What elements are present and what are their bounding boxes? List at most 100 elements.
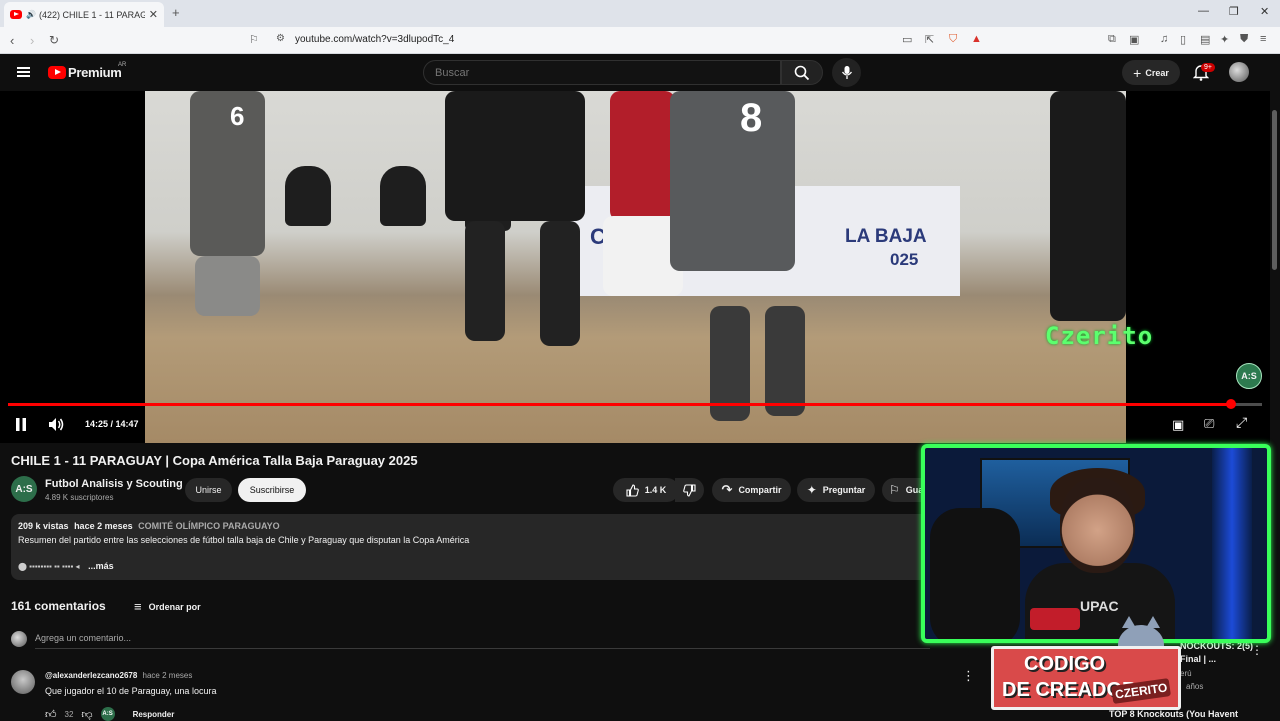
add-comment-input[interactable]: Agrega un comentario... [35,633,131,643]
comment-username[interactable]: @alexanderlezcano2678 [45,671,137,680]
sidebar-toggle-icon[interactable]: ▯ [1180,33,1186,46]
dislike-button[interactable] [675,478,704,502]
close-window-icon[interactable]: ✕ [1260,5,1269,18]
creator-code-line1: CODIGO [1024,653,1106,675]
comment-author[interactable]: @alexanderlezcano2678 hace 2 meses [45,671,192,680]
view-count: 209 k vistas [18,521,69,531]
video-frame: COPA LA BAJA 025 6 8 [145,91,1126,443]
volume-icon[interactable] [48,417,65,432]
microphone [1030,608,1080,630]
reply-button[interactable]: Responder [133,710,175,719]
upload-date: hace 2 meses [74,521,133,531]
sparkle-icon: ✦ [806,483,817,497]
creator-heart-avatar: A:S [100,707,115,721]
channel-name[interactable]: Futbol Analisis y Scouting [45,478,183,490]
progress-bar[interactable] [8,403,1262,406]
channel-avatar[interactable]: A:S [11,476,37,502]
comment-text: Que jugador el 10 de Paraguay, una locur… [45,686,217,696]
search-input[interactable] [423,60,781,85]
commenter-avatar[interactable] [11,670,35,694]
bookmark-icon[interactable]: ⚐ [249,33,259,46]
vpn-icon[interactable]: ⛊ [1240,33,1248,46]
jersey-number: 8 [740,96,763,140]
jersey-number: 6 [230,101,245,131]
progress-fill [8,403,1231,406]
back-icon[interactable]: ‹ [10,33,14,48]
chair [380,166,426,226]
comment-like-icon[interactable]: 👍︎ [45,708,57,721]
channel-watermark[interactable]: A:S [1236,363,1262,389]
bench-player [1050,91,1126,321]
banner-text: 025 [890,250,919,269]
video-title: CHILE 1 - 11 PARAGUAY | Copa América Tal… [11,453,418,468]
voice-search-button[interactable] [832,58,861,87]
restore-icon[interactable]: ❐ [1229,5,1239,18]
reload-icon[interactable]: ↻ [49,33,59,47]
youtube-premium-logo[interactable]: Premium AR [48,62,126,80]
close-tab-icon[interactable]: ✕ [149,8,158,21]
scrollbar-thumb[interactable] [1272,110,1277,270]
like-button[interactable]: 1.4 K [613,478,679,502]
subscribe-button[interactable]: Suscribirse [238,478,306,502]
comment-more-icon[interactable]: ⋮ [962,668,975,684]
brave-shield-icon[interactable]: ⛉ [949,33,957,46]
music-icon[interactable]: ♫ [1160,33,1168,45]
ask-label: Preguntar [822,485,866,495]
leo-ai-icon[interactable]: ✦ [1220,33,1229,46]
site-info-icon[interactable]: ⚙ [276,33,285,44]
creator-code-sticker: CODIGO DE CREADOR CZERITO [991,646,1181,710]
scrubber-handle[interactable] [1226,399,1236,409]
referee-leg [540,221,580,346]
share-button[interactable]: ↷ Compartir [712,478,791,502]
extensions-icon[interactable]: ⧉ [1108,33,1116,46]
pause-icon[interactable] [15,418,27,431]
search-button[interactable] [781,60,823,85]
address-bar: ‹ › ↻ ⚐ ⚙ youtube.com/watch?v=3dlupodTc_… [0,27,1280,54]
banner-text: LA BAJA [845,226,927,247]
comment-count: 161 comentarios [11,599,106,613]
cast-page-icon[interactable]: ▭ [902,33,912,46]
webcam-overlay: UPAC [921,444,1271,643]
led-light [1212,448,1252,639]
hamburger-menu-icon[interactable] [17,67,30,77]
cast-icon[interactable]: ⎚ [1204,416,1214,432]
video-stats: 209 k vistas hace 2 meses COMITÉ OLÍMPIC… [18,521,280,531]
comment-actions: 👍︎ 32 👎︎ A:S Responder [45,707,174,721]
wallet2-icon[interactable]: ▤ [1200,33,1210,46]
related-video-title[interactable]: TOP 8 Knockouts (You Havent [1109,709,1238,719]
speaker-icon: 🔊 [26,10,36,19]
microphone-icon [841,66,852,79]
rewards-icon[interactable]: ▲ [971,33,982,45]
related-video-channel: erú [1180,669,1192,678]
browser-tab[interactable]: 🔊 (422) CHILE 1 - 11 PARAGUAY ✕ [4,2,164,27]
new-tab-icon[interactable]: + [172,5,180,20]
minimize-icon[interactable]: — [1198,5,1209,17]
region-code: AR [118,62,127,68]
sort-comments-button[interactable]: ≡ Ordenar por [134,599,201,614]
video-player[interactable]: COPA LA BAJA 025 6 8 A:S 14:25 / 14:47 ▣… [0,91,1270,443]
share-page-icon[interactable]: ⇱ [925,33,934,46]
related-video-title-line2[interactable]: Final | ... [1180,654,1216,664]
time-display: 14:25 / 14:47 [85,419,139,429]
browser-tab-bar: 🔊 (422) CHILE 1 - 11 PARAGUAY ✕ + — ❐ ✕ [0,0,1280,27]
search-icon [794,65,810,80]
show-more-link[interactable]: ...más [88,561,114,571]
related-video-more-icon[interactable]: ⋮ [1251,643,1263,657]
menu-icon[interactable]: ≡ [1260,33,1266,45]
share-icon: ↷ [721,482,733,497]
streamer-head [1060,478,1135,573]
user-avatar[interactable] [1229,62,1249,82]
forward-icon[interactable]: › [30,33,34,48]
like-count: 1.4 K [644,485,667,495]
fullscreen-icon[interactable]: ⤢ [1236,414,1247,431]
chile-player [610,91,675,221]
comment-input-underline [35,648,930,649]
ask-button[interactable]: ✦ Preguntar [797,478,875,502]
create-button[interactable]: + Crear [1122,60,1180,85]
organization-tag[interactable]: COMITÉ OLÍMPICO PARAGUAYO [138,521,280,531]
comment-dislike-icon[interactable]: 👎︎ [81,708,92,721]
join-button[interactable]: Unirse [185,478,232,502]
subtitles-icon[interactable]: ▣ [1172,417,1184,433]
url-field[interactable]: youtube.com/watch?v=3dlupodTc_4 [295,34,454,45]
wallet-icon[interactable]: ▣ [1129,33,1139,46]
